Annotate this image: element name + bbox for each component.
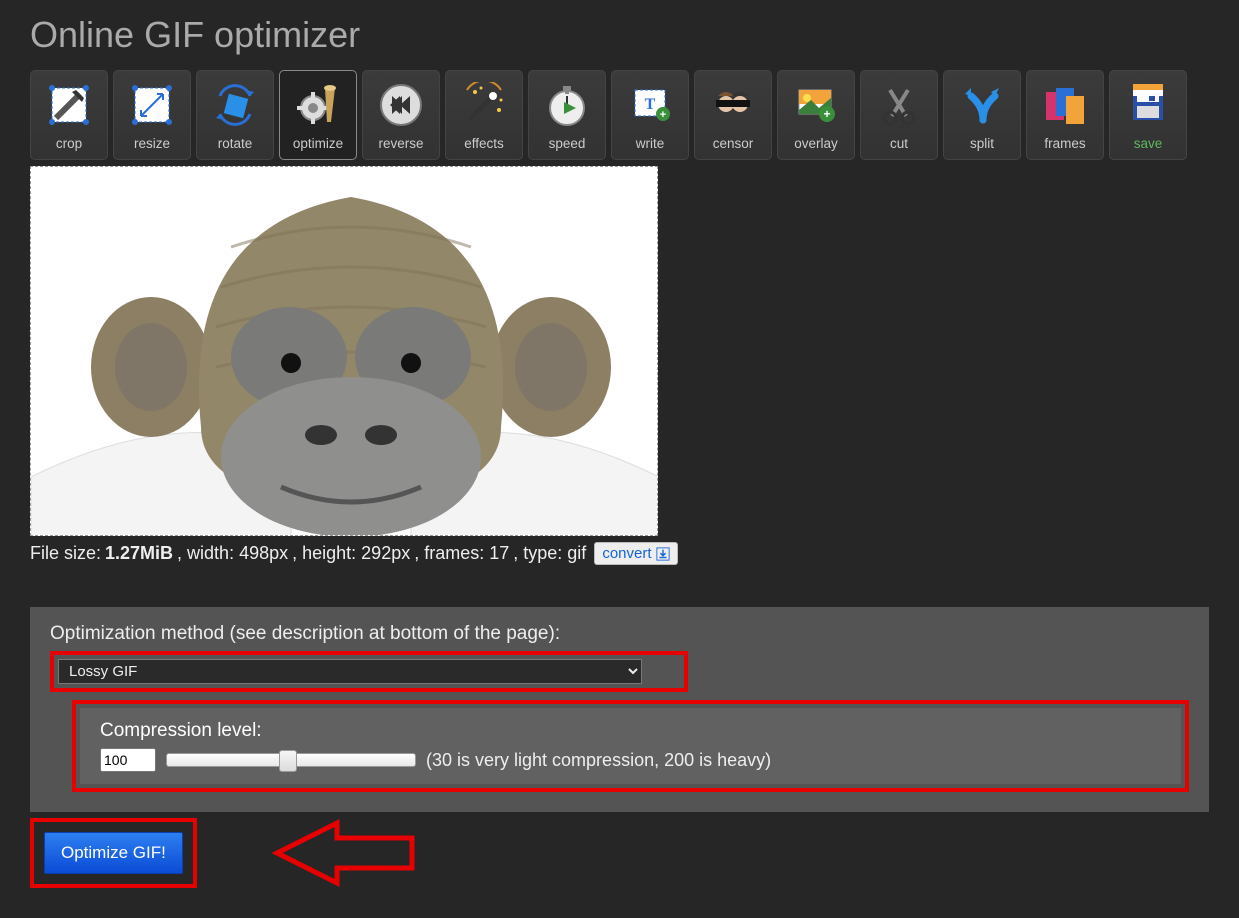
frames-icon — [1040, 80, 1090, 130]
page-title: Online GIF optimizer — [30, 14, 1209, 56]
method-label: Optimization method (see description at … — [50, 623, 1189, 645]
download-icon — [656, 547, 670, 561]
highlight-button: Optimize GIF! — [30, 818, 197, 888]
highlight-compression: Compression level: (30 is very light com… — [72, 700, 1189, 792]
convert-button[interactable]: convert — [594, 542, 677, 565]
tool-label: crop — [56, 136, 82, 151]
preview-area: File size: 1.27MiB , width: 498px , heig… — [30, 166, 1209, 565]
optimize-icon — [293, 80, 343, 130]
compression-panel: Compression level: (30 is very light com… — [80, 708, 1181, 784]
resize-icon — [127, 80, 177, 130]
action-row: Optimize GIF! — [30, 818, 1209, 888]
svg-text:T: T — [645, 96, 656, 113]
highlight-method: Lossy GIF — [50, 651, 688, 692]
slider-thumb[interactable] — [279, 750, 297, 772]
filesize-value: 1.27MiB — [105, 543, 173, 564]
tool-reverse[interactable]: reverse — [362, 70, 440, 160]
tool-label: cut — [890, 136, 908, 151]
tool-split[interactable]: split — [943, 70, 1021, 160]
crop-icon — [44, 80, 94, 130]
tool-label: resize — [134, 136, 170, 151]
svg-text:+: + — [823, 107, 830, 121]
compression-hint: (30 is very light compression, 200 is he… — [426, 750, 771, 771]
tool-label: effects — [464, 136, 504, 151]
method-select[interactable]: Lossy GIF — [58, 659, 642, 684]
write-icon: T+ — [625, 80, 675, 130]
tool-label: write — [636, 136, 665, 151]
compression-slider[interactable] — [166, 753, 416, 767]
optimize-panel: Optimization method (see description at … — [30, 607, 1209, 812]
svg-text:+: + — [660, 109, 666, 121]
censor-icon — [708, 80, 758, 130]
compression-input[interactable] — [100, 748, 156, 772]
tool-rotate[interactable]: rotate — [196, 70, 274, 160]
save-icon — [1123, 80, 1173, 130]
tool-label: optimize — [293, 136, 343, 151]
rotate-icon — [210, 80, 260, 130]
tool-speed[interactable]: speed — [528, 70, 606, 160]
tool-label: censor — [713, 136, 754, 151]
tool-save[interactable]: save — [1109, 70, 1187, 160]
overlay-icon: + — [791, 80, 841, 130]
tool-label: overlay — [794, 136, 838, 151]
tool-resize[interactable]: resize — [113, 70, 191, 160]
compression-label: Compression level: — [100, 720, 1161, 742]
effects-icon — [459, 80, 509, 130]
file-info: File size: 1.27MiB , width: 498px , heig… — [30, 542, 1209, 565]
tool-label: rotate — [218, 136, 253, 151]
tool-label: reverse — [378, 136, 423, 151]
tool-write[interactable]: T+ write — [611, 70, 689, 160]
tool-effects[interactable]: effects — [445, 70, 523, 160]
optimize-button[interactable]: Optimize GIF! — [44, 832, 183, 874]
tool-crop[interactable]: crop — [30, 70, 108, 160]
cut-icon — [874, 80, 924, 130]
frames-label: , frames: 17 — [414, 543, 509, 564]
tool-label: speed — [549, 136, 586, 151]
tool-frames[interactable]: frames — [1026, 70, 1104, 160]
reverse-icon — [376, 80, 426, 130]
speed-icon — [542, 80, 592, 130]
split-icon — [957, 80, 1007, 130]
tool-overlay[interactable]: + overlay — [777, 70, 855, 160]
tool-censor[interactable]: censor — [694, 70, 772, 160]
toolbar: crop resize rotate optimize reverse effe… — [30, 70, 1209, 160]
convert-label: convert — [602, 545, 651, 562]
tool-label: save — [1134, 136, 1163, 151]
tool-optimize[interactable]: optimize — [279, 70, 357, 160]
tool-label: split — [970, 136, 994, 151]
height-label: , height: 292px — [292, 543, 410, 564]
filesize-label: File size: — [30, 543, 101, 564]
gif-preview — [30, 166, 658, 536]
tool-cut[interactable]: cut — [860, 70, 938, 160]
type-label: , type: gif — [513, 543, 586, 564]
arrow-annotation — [247, 818, 417, 888]
width-label: , width: 498px — [177, 543, 288, 564]
tool-label: frames — [1044, 136, 1085, 151]
